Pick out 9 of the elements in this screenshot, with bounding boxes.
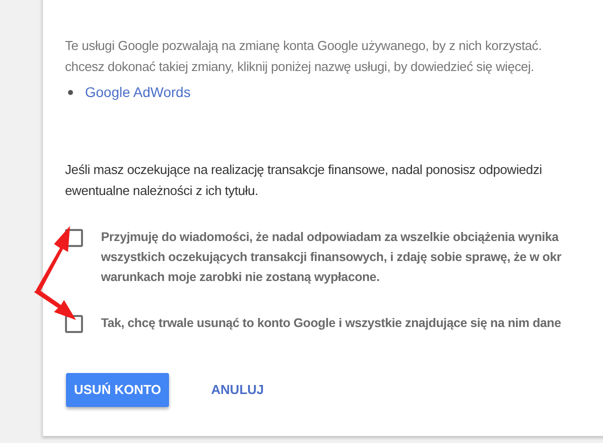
- service-link[interactable]: Google AdWords: [85, 82, 191, 102]
- cancel-button[interactable]: ANULUJ: [211, 380, 264, 400]
- bullet-icon: [68, 90, 73, 94]
- services-note: Te usługi Google pozwalają na zmianę konta Google używanego, by z nich korzystać. chcesz dokonać takiej zmiany, kliknij poniżej nazwę usługi, by dowiedzieć się więcej.: [65, 37, 543, 76]
- confirmation-label: Przyjmuję do wiadomości, że nadal odpowiadam za wszelkie obciążenia wynika wszystkich oczekujących transakcji finansowych, i zdaję sobie sprawę, że w okr warunkach moje zarobki nie zostaną wypłacone.: [101, 229, 562, 286]
- checkbox[interactable]: [65, 315, 83, 333]
- confirmation-label: Tak, chcę trwale usunąć to konto Google i wszystkie znajdujące się na nim dane: [101, 315, 561, 332]
- finance-note: Jeśli masz oczekujące na realizację transakcje finansowe, nadal ponosisz odpowiedzi ewentualne należności z ich tytułu.: [65, 161, 543, 200]
- delete-account-button[interactable]: USUŃ KONTO: [66, 373, 170, 407]
